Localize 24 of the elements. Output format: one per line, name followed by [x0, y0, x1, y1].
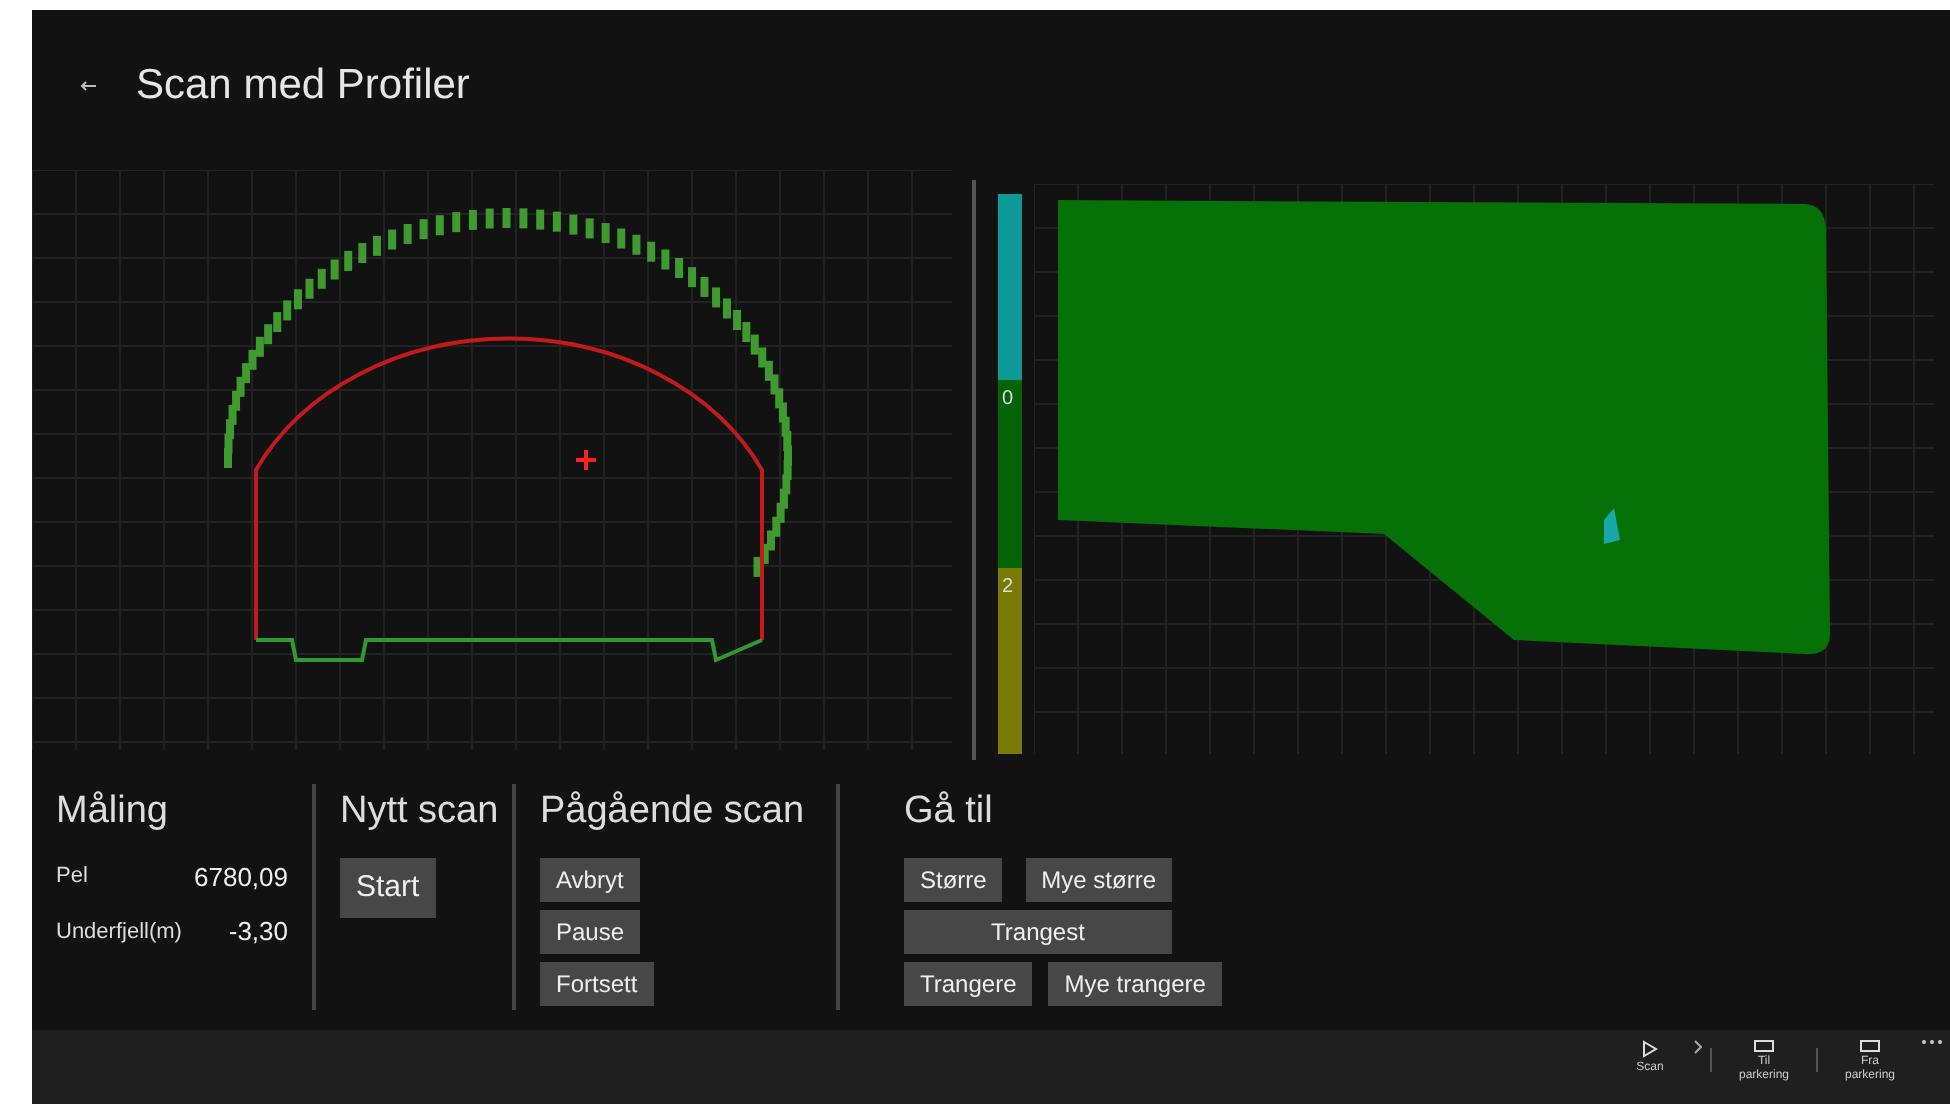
- action-button[interactable]: Pause: [540, 909, 641, 953]
- field-value: -3,30: [228, 914, 288, 950]
- field-label: Pel: [56, 862, 88, 892]
- action-button[interactable]: Mye trangere: [1048, 961, 1222, 1005]
- action-button[interactable]: Fortsett: [540, 961, 654, 1005]
- section-title: Måling: [56, 788, 170, 836]
- action-button[interactable]: Trangere: [904, 961, 1033, 1005]
- field-value: 6780,09: [194, 859, 288, 895]
- play-icon: [1642, 1040, 1658, 1058]
- legend-segment: 0: [998, 380, 1022, 568]
- parking-icon: [1754, 1040, 1774, 1052]
- section-title: Gå til: [904, 788, 995, 836]
- action-button[interactable]: Start: [340, 857, 436, 918]
- field-label: Underfjell(m): [56, 917, 182, 947]
- chevron-icon[interactable]: [1694, 1040, 1702, 1054]
- action-button[interactable]: Større: [904, 857, 1003, 901]
- legend-segment: 2: [998, 567, 1022, 754]
- page-title: Scan med Profiler: [136, 59, 470, 112]
- section-title: Pågående scan: [540, 788, 807, 836]
- action-button[interactable]: Mye større: [1025, 857, 1172, 901]
- parking-icon: [1860, 1040, 1880, 1052]
- action-button[interactable]: Trangest: [904, 909, 1172, 953]
- back-arrow-icon[interactable]: [80, 79, 96, 91]
- action-button[interactable]: Avbryt: [540, 857, 640, 901]
